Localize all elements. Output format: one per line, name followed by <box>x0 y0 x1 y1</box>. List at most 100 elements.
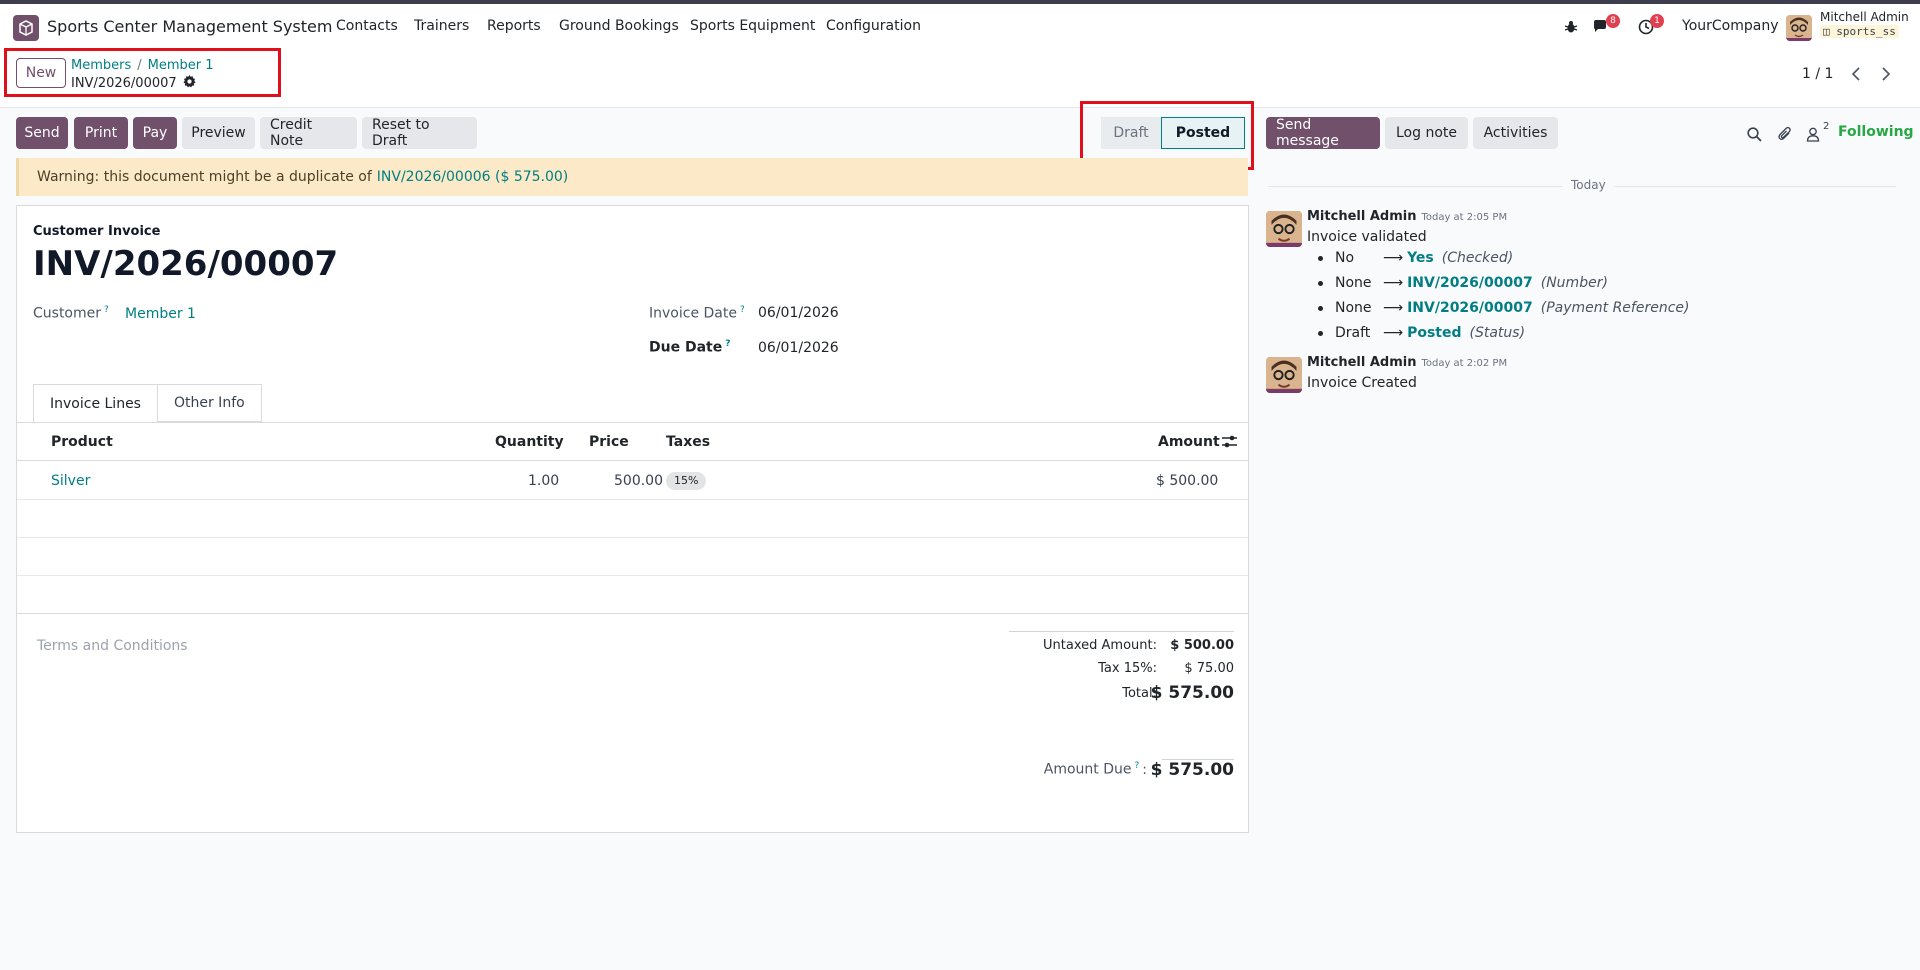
due-date-label-text: Due Date <box>649 339 723 356</box>
terms-conditions-field[interactable]: Terms and Conditions <box>37 638 188 654</box>
invoice-sheet: Customer Invoice INV/2026/00007 Customer… <box>16 205 1249 833</box>
menu-reports[interactable]: Reports <box>487 18 541 34</box>
tracking-old-value: None <box>1335 275 1372 291</box>
col-quantity[interactable]: Quantity <box>495 434 564 450</box>
amount-due-value: $ 575.00 <box>1150 760 1234 780</box>
tab-other-info[interactable]: Other Info <box>157 384 262 422</box>
print-button[interactable]: Print <box>74 117 128 149</box>
company-switcher[interactable]: YourCompany <box>1682 18 1779 34</box>
menu-contacts[interactable]: Contacts <box>336 18 398 34</box>
search-icon[interactable] <box>1744 124 1764 144</box>
message-timestamp: Today at 2:05 PM <box>1421 212 1508 223</box>
line-product[interactable]: Silver <box>51 473 90 489</box>
control-panel: New Members / Member 1 INV/2026/00007 1 / … <box>0 48 1920 108</box>
breadcrumb-members[interactable]: Members <box>71 58 131 73</box>
pager-value[interactable]: 1 / 1 <box>1802 66 1833 82</box>
activity-badge: 1 <box>1650 14 1664 28</box>
record-name: INV/2026/00007 <box>71 76 177 91</box>
tracking-field-name: (Payment Reference) <box>1540 300 1690 316</box>
date-separator-today: Today <box>1563 178 1614 192</box>
activities-button[interactable]: Activities <box>1473 117 1558 149</box>
col-amount[interactable]: Amount <box>1158 434 1220 450</box>
message-author-name[interactable]: Mitchell Admin <box>1307 209 1416 224</box>
column-settings-icon[interactable] <box>1222 435 1237 452</box>
arrow-right-icon: ⟶ <box>1383 250 1404 266</box>
status-bar: Draft Posted <box>1101 117 1245 149</box>
message-author[interactable]: Mitchell Admin Today at 2:05 PM <box>1307 209 1507 224</box>
message-author[interactable]: Mitchell Admin Today at 2:02 PM <box>1307 355 1507 370</box>
pager-previous-icon[interactable] <box>1842 62 1870 86</box>
followers-count: 2 <box>1823 121 1830 132</box>
due-date-help-icon[interactable]: ? <box>725 339 730 349</box>
invoice-date-label: Invoice Date? <box>649 305 745 322</box>
following-button[interactable]: Following <box>1838 124 1914 140</box>
followers-person-icon[interactable] <box>1803 124 1823 144</box>
warning-text: Warning: this document might be a duplic… <box>37 169 372 185</box>
send-button[interactable]: Send <box>16 117 68 149</box>
line-quantity[interactable]: 1.00 <box>528 473 559 489</box>
breadcrumb-member[interactable]: Member 1 <box>148 58 214 73</box>
database-name: ◫ sports_ss <box>1820 25 1899 38</box>
record-name-row: INV/2026/00007 <box>71 75 196 92</box>
pay-button[interactable]: Pay <box>133 117 177 149</box>
duplicate-invoice-link[interactable]: INV/2026/00006 ($ 575.00) <box>377 169 569 185</box>
debug-bug-icon[interactable] <box>1561 17 1581 37</box>
empty-row <box>17 500 1248 538</box>
tracking-old-value: None <box>1335 300 1372 316</box>
tracking-old-value: No <box>1335 250 1355 266</box>
tax-value: $ 75.00 <box>1184 661 1234 676</box>
tracking-value-row: None ⟶ INV/2026/00007 (Payment Reference… <box>1318 300 1689 316</box>
message-author-avatar[interactable] <box>1266 211 1302 247</box>
empty-row <box>17 538 1248 576</box>
arrow-right-icon: ⟶ <box>1383 325 1404 341</box>
tracking-new-value: Yes <box>1407 250 1434 266</box>
invoice-date-field[interactable]: 06/01/2026 <box>758 305 839 321</box>
app-menu-icon[interactable] <box>13 15 39 41</box>
arrow-right-icon: ⟶ <box>1383 275 1404 291</box>
col-price[interactable]: Price <box>589 434 629 450</box>
menu-sports-equipment[interactable]: Sports Equipment <box>690 18 815 34</box>
col-product[interactable]: Product <box>51 434 113 450</box>
customer-field[interactable]: Member 1 <box>125 306 196 322</box>
col-taxes[interactable]: Taxes <box>666 434 710 450</box>
menu-trainers[interactable]: Trainers <box>414 18 469 34</box>
bullet <box>1318 305 1323 311</box>
app-title[interactable]: Sports Center Management System <box>47 17 332 36</box>
bullet <box>1318 330 1323 336</box>
line-amount: $ 500.00 <box>1156 473 1219 489</box>
gear-icon[interactable] <box>183 75 196 92</box>
reset-to-draft-button[interactable]: Reset to Draft <box>362 117 477 149</box>
tab-invoice-lines[interactable]: Invoice Lines <box>33 384 158 422</box>
message-author-avatar[interactable] <box>1266 357 1302 393</box>
status-posted[interactable]: Posted <box>1161 117 1245 149</box>
paperclip-icon[interactable] <box>1775 124 1795 144</box>
menu-ground-bookings[interactable]: Ground Bookings <box>559 18 679 34</box>
arrow-right-icon: ⟶ <box>1383 300 1404 316</box>
customer-label: Customer? <box>33 305 109 322</box>
invoice-type-label: Customer Invoice <box>33 224 161 239</box>
send-message-button[interactable]: Send message <box>1266 117 1380 149</box>
tracking-field-name: (Status) <box>1469 325 1526 341</box>
line-tax-badge[interactable]: 15% <box>666 472 707 490</box>
message-timestamp: Today at 2:02 PM <box>1421 358 1508 369</box>
due-date-label: Due Date? <box>649 339 730 356</box>
user-avatar[interactable] <box>1786 15 1812 41</box>
message-author-name[interactable]: Mitchell Admin <box>1307 355 1416 370</box>
status-draft[interactable]: Draft <box>1101 117 1161 149</box>
untaxed-amount-value: $ 500.00 <box>1170 638 1234 653</box>
preview-button[interactable]: Preview <box>182 117 255 149</box>
line-price[interactable]: 500.00 <box>614 473 663 489</box>
invoice-date-help-icon[interactable]: ? <box>740 305 745 315</box>
customer-help-icon[interactable]: ? <box>104 305 109 315</box>
table-row[interactable]: Silver 1.00 500.00 15% $ 500.00 <box>17 462 1248 500</box>
tracking-value-row: None ⟶ INV/2026/00007 (Number) <box>1318 275 1608 291</box>
tracking-old-value: Draft <box>1335 325 1371 341</box>
log-note-button[interactable]: Log note <box>1385 117 1468 149</box>
menu-configuration[interactable]: Configuration <box>826 18 921 34</box>
tracking-value-row: No ⟶ Yes (Checked) <box>1318 250 1513 266</box>
credit-note-button[interactable]: Credit Note <box>260 117 357 149</box>
pager-next-icon[interactable] <box>1872 62 1900 86</box>
new-button[interactable]: New <box>16 58 66 88</box>
untaxed-amount-label: Untaxed Amount: <box>1043 638 1157 653</box>
due-date-field[interactable]: 06/01/2026 <box>758 340 839 356</box>
